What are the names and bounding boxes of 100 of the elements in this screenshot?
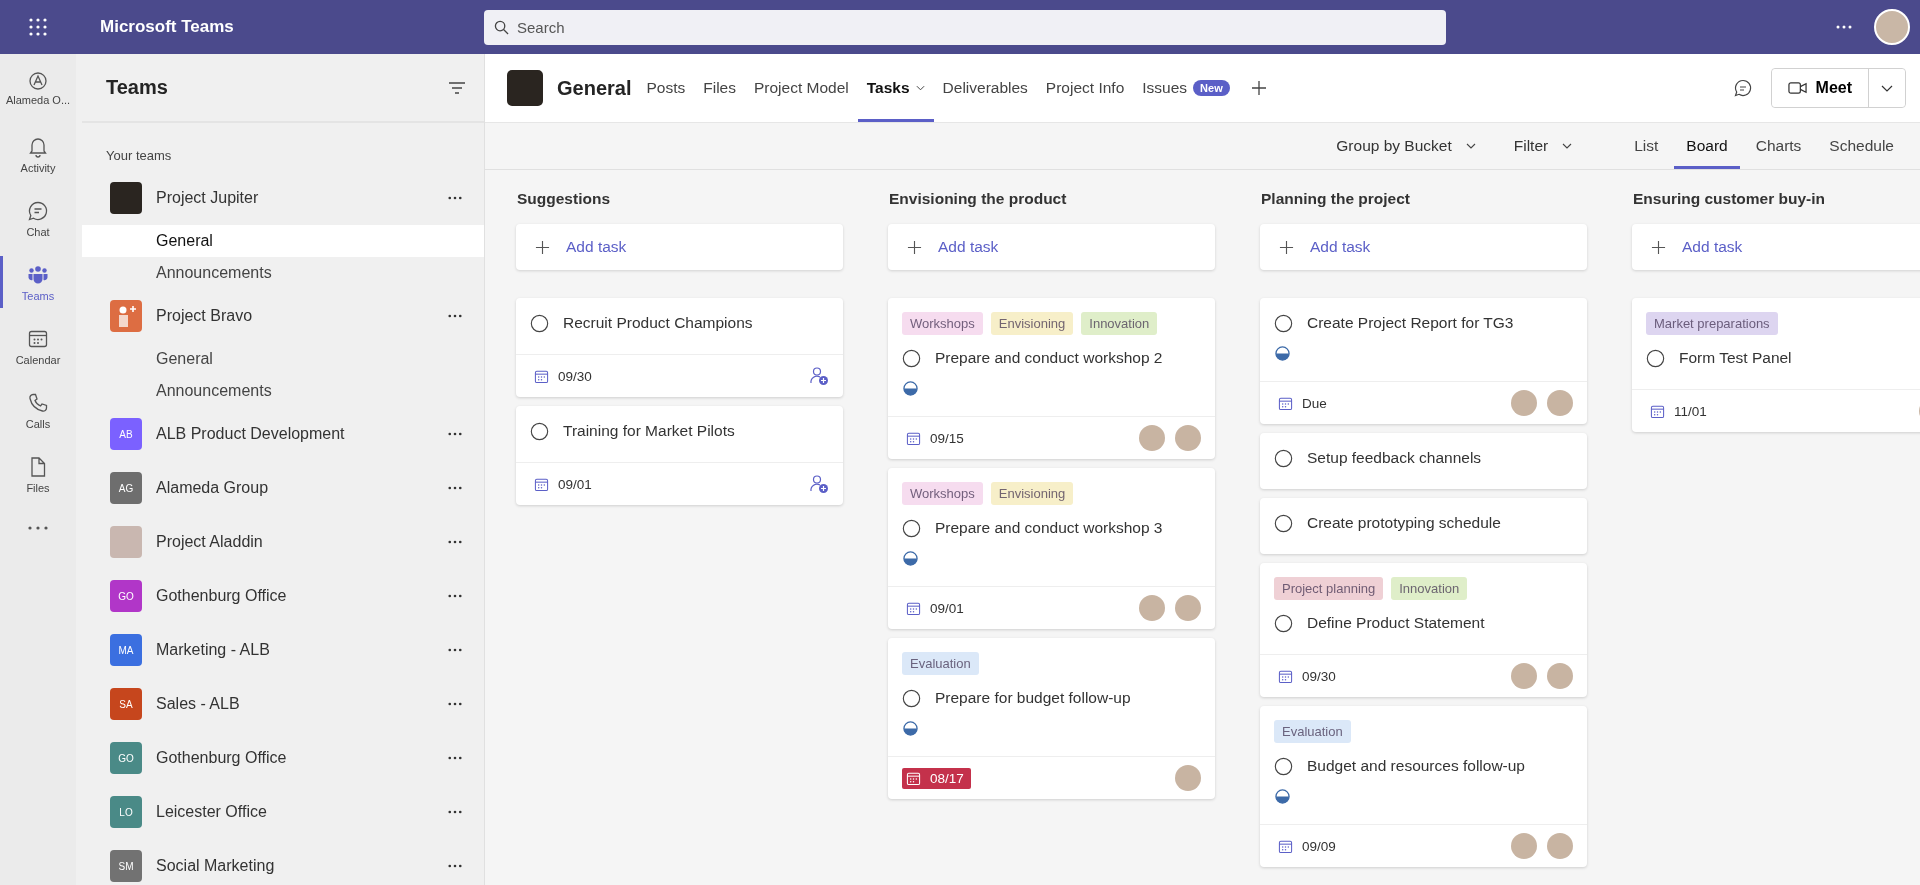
more-options-icon[interactable] <box>448 314 462 318</box>
task-card[interactable]: Project planning Innovation Define Product Statement 09/30 <box>1260 563 1587 697</box>
task-title: Create prototyping schedule <box>1307 514 1501 532</box>
task-card[interactable]: Create prototyping schedule <box>1260 498 1587 554</box>
team-item[interactable]: GO Gothenburg Office <box>82 731 484 785</box>
channel-tab[interactable]: Posts <box>637 54 695 122</box>
add-task-button[interactable]: Add task <box>888 224 1215 270</box>
filter-icon[interactable] <box>448 80 466 95</box>
empty-circle-icon[interactable] <box>1274 513 1293 533</box>
team-item[interactable]: SA Sales - ALB <box>82 677 484 731</box>
task-card[interactable]: Market preparations Form Test Panel 11/01 <box>1632 298 1920 432</box>
channel-tab[interactable]: Deliverables <box>933 54 1037 122</box>
empty-circle-icon[interactable] <box>1274 313 1293 333</box>
team-item[interactable]: Project Jupiter <box>82 171 484 225</box>
task-title: Create Project Report for TG3 <box>1307 314 1514 332</box>
empty-circle-icon[interactable] <box>530 421 549 441</box>
task-title: Prepare and conduct workshop 3 <box>935 519 1163 537</box>
team-name: Project Bravo <box>156 307 254 325</box>
more-options-icon[interactable] <box>448 702 462 706</box>
calendar-icon <box>534 476 549 492</box>
team-name: Marketing - ALB <box>156 641 271 659</box>
task-title: Training for Market Pilots <box>563 422 735 440</box>
empty-circle-icon[interactable] <box>902 518 921 538</box>
empty-circle-icon[interactable] <box>530 313 549 333</box>
app-launcher-icon[interactable] <box>28 17 48 37</box>
more-options-icon[interactable] <box>448 196 462 200</box>
task-card[interactable]: Evaluation Budget and resources follow-up 09/09 <box>1260 706 1587 867</box>
view-tab[interactable]: Charts <box>1743 123 1814 169</box>
channel-item[interactable]: Announcements <box>82 257 484 289</box>
more-options-icon[interactable] <box>448 648 462 652</box>
organization-logo-icon[interactable] <box>28 70 48 91</box>
add-task-button[interactable]: Add task <box>1632 224 1920 270</box>
task-card[interactable]: Training for Market Pilots 09/01 <box>516 406 843 505</box>
empty-circle-icon[interactable] <box>902 688 921 708</box>
bucket-title: Ensuring customer buy-in <box>1632 190 1827 209</box>
empty-circle-icon[interactable] <box>1274 756 1293 776</box>
task-card[interactable]: Setup feedback channels <box>1260 433 1587 489</box>
empty-circle-icon[interactable] <box>1274 613 1293 633</box>
rail-item[interactable]: Teams <box>0 250 76 314</box>
search-field[interactable]: Search <box>484 9 1446 45</box>
conversation-icon[interactable] <box>1732 78 1753 98</box>
view-tab[interactable]: List <box>1622 123 1671 169</box>
team-item[interactable]: MA Marketing - ALB <box>82 623 484 677</box>
task-card[interactable]: Recruit Product Champions 09/30 <box>516 298 843 397</box>
more-options-icon[interactable] <box>448 594 462 598</box>
add-task-button[interactable]: Add task <box>1260 224 1587 270</box>
channel-item[interactable]: General <box>82 343 484 375</box>
add-person-icon[interactable] <box>809 474 829 494</box>
view-tab[interactable]: Schedule <box>1817 123 1906 169</box>
more-options-icon[interactable] <box>448 810 462 814</box>
meet-button[interactable]: Meet <box>1771 69 1869 107</box>
task-label: Innovation <box>1081 312 1158 335</box>
channel-item[interactable]: General <box>82 225 484 257</box>
channel-tab[interactable]: Issues New <box>1133 54 1239 122</box>
channel-tab[interactable]: Project Model <box>745 54 858 122</box>
add-tab-icon[interactable] <box>1250 80 1267 96</box>
task-card[interactable]: Workshops Envisioning Prepare and conduct workshop 3 09/01 <box>888 468 1215 629</box>
task-card[interactable]: Workshops Envisioning Innovation Prepare and conduct workshop 2 09/15 <box>888 298 1215 459</box>
team-item[interactable]: LO Leicester Office <box>82 785 484 839</box>
channel-item[interactable]: Announcements <box>82 375 484 407</box>
channel-tab[interactable]: Project Info <box>1036 54 1134 122</box>
more-icon[interactable] <box>1836 25 1852 29</box>
team-item[interactable]: GO Gothenburg Office <box>82 569 484 623</box>
team-item[interactable]: AB ALB Product Development <box>82 407 484 461</box>
more-options-icon[interactable] <box>448 540 462 544</box>
group-by-dropdown[interactable]: Group by Bucket <box>1330 136 1482 156</box>
team-name: Project Aladdin <box>156 533 264 551</box>
rail-item[interactable]: Chat <box>0 186 76 250</box>
user-avatar[interactable] <box>1874 9 1910 45</box>
filter-dropdown[interactable]: Filter <box>1507 136 1579 156</box>
team-name: Gothenburg Office <box>156 749 288 767</box>
more-options-icon[interactable] <box>448 432 462 436</box>
add-person-icon[interactable] <box>809 366 829 386</box>
empty-circle-icon[interactable] <box>1646 348 1665 368</box>
empty-circle-icon[interactable] <box>902 348 921 368</box>
due-date: 09/15 <box>902 427 971 449</box>
team-name: Leicester Office <box>156 803 268 821</box>
team-item[interactable]: Project Bravo <box>82 289 484 343</box>
task-label: Innovation <box>1391 577 1468 600</box>
rail-item[interactable]: Activity <box>0 122 76 186</box>
team-item[interactable]: AG Alameda Group <box>82 461 484 515</box>
calendar-icon <box>1278 838 1293 854</box>
new-badge: New <box>1193 80 1230 96</box>
more-options-icon[interactable] <box>448 864 462 868</box>
channel-tab[interactable]: Files <box>694 54 745 122</box>
view-tab[interactable]: Board <box>1674 123 1740 169</box>
rail-item[interactable]: Files <box>0 442 76 506</box>
task-card[interactable]: Create Project Report for TG3 Due <box>1260 298 1587 424</box>
team-item[interactable]: SM Social Marketing <box>82 839 484 885</box>
team-item[interactable]: Project Aladdin <box>82 515 484 569</box>
empty-circle-icon[interactable] <box>1274 448 1293 468</box>
add-task-button[interactable]: Add task <box>516 224 843 270</box>
task-label: Project planning <box>1274 577 1384 600</box>
calendar-icon <box>1278 395 1293 411</box>
more-icon[interactable] <box>28 526 48 530</box>
more-options-icon[interactable] <box>448 486 462 490</box>
task-card[interactable]: Evaluation Prepare for budget follow-up 08/17 <box>888 638 1215 799</box>
more-options-icon[interactable] <box>448 756 462 760</box>
rail-item[interactable]: Calendar <box>0 314 76 378</box>
rail-item[interactable]: Calls <box>0 378 76 442</box>
